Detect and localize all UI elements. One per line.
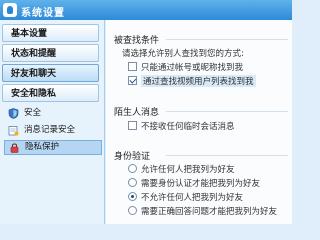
section-divider (166, 111, 288, 112)
window-title: 系统设置 (21, 8, 65, 19)
section-title-stranger: 陌生人消息 (114, 108, 160, 118)
sidebar-item-message-security[interactable]: 消息记录安全 (8, 123, 100, 138)
shield-icon (8, 108, 19, 119)
sidebar-item-security[interactable]: 安全 (8, 106, 100, 121)
checkbox[interactable] (128, 62, 137, 71)
section-title-verify: 身份验证 (114, 152, 151, 162)
radio-button[interactable] (128, 206, 137, 215)
message-icon (8, 126, 19, 136)
sidebar-item-label: 消息记录安全 (24, 125, 76, 135)
sidebar-category-friends[interactable]: 好友和聊天 (2, 64, 99, 82)
title-bar: 系统设置 (0, 0, 292, 20)
radio-button-selected[interactable] (128, 192, 137, 201)
sidebar-item-label: 安全 (24, 108, 42, 118)
settings-panel: 被查找条件 请选择允许别人查找到您的方式: 只能通过帐号或昵称找到我 通过查找视… (106, 20, 292, 224)
radio-button[interactable] (128, 178, 137, 187)
sidebar-category-status[interactable]: 状态和提醒 (2, 44, 99, 62)
search-prompt: 请选择允许别人查找到您的方式: (122, 49, 244, 59)
sidebar-item-privacy[interactable]: 隐私保护 (4, 140, 102, 155)
app-icon (3, 3, 17, 17)
section-divider (166, 155, 288, 156)
privacy-icon (10, 143, 19, 153)
sidebar-item-label: 隐私保护 (25, 142, 60, 152)
section-title-search: 被查找条件 (114, 36, 160, 46)
checkbox-checked[interactable] (128, 76, 137, 85)
section-divider (166, 39, 288, 40)
checkbox[interactable] (128, 121, 137, 130)
sidebar: 基本设置 状态和提醒 好友和聊天 安全和隐私 安全 消息记录安全 隐私保护 (0, 20, 105, 224)
radio-button[interactable] (128, 164, 137, 173)
sidebar-category-basic[interactable]: 基本设置 (2, 24, 99, 42)
sidebar-category-security[interactable]: 安全和隐私 (2, 84, 99, 102)
